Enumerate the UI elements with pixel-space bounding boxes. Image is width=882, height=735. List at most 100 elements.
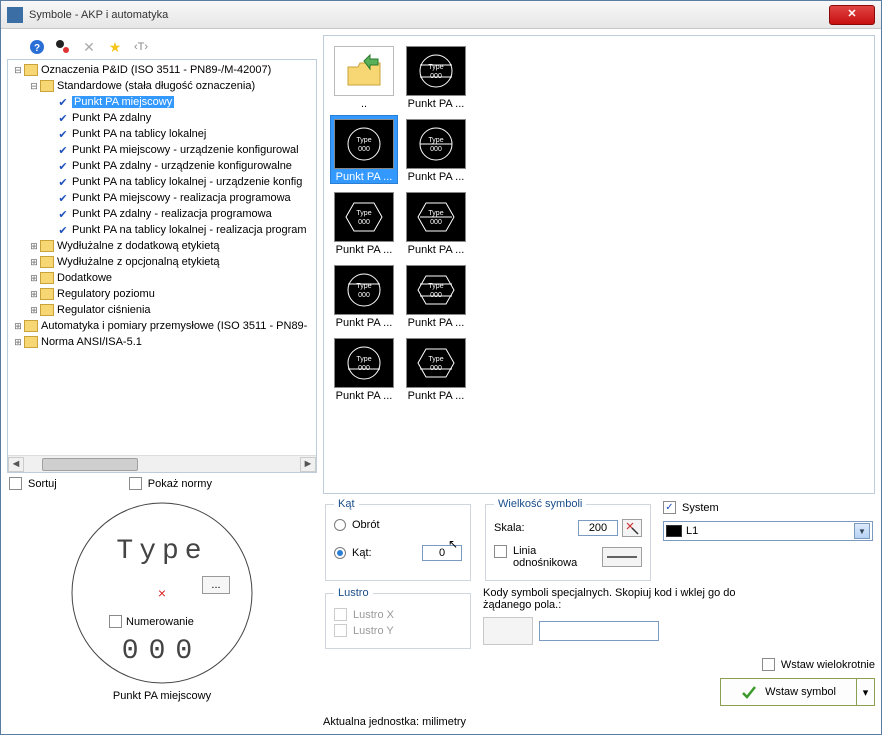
skala-input[interactable]: [578, 520, 618, 536]
kody-preview: [483, 617, 533, 645]
tree-folder[interactable]: ⊞Wydłużalne z opcjonalną etykietą: [8, 254, 316, 270]
wstaw-symbol-label: Wstaw symbol: [765, 686, 836, 698]
svg-text:Type: Type: [428, 356, 443, 363]
thumb-item[interactable]: Type 000 Punkt PA ...: [402, 188, 470, 257]
tree-folder[interactable]: ⊞Dodatkowe: [8, 270, 316, 286]
thumb-caption: Punkt PA ...: [331, 244, 397, 256]
tree-folder[interactable]: ⊞Norma ANSI/ISA-5.1: [8, 334, 316, 350]
svg-text:000: 000: [430, 146, 442, 153]
wstaw-wielokrotnie-checkbox[interactable]: [762, 658, 775, 671]
kody-field[interactable]: [539, 621, 659, 641]
thumb-item[interactable]: Type000Punkt PA ...: [402, 42, 470, 111]
thumb-up-folder[interactable]: ..: [330, 42, 398, 111]
linia-label: Linia odnośnikowa: [513, 545, 593, 569]
tree-folder[interactable]: ⊞Regulator ciśnienia: [8, 302, 316, 318]
favorite-icon[interactable]: ★: [107, 39, 123, 55]
svg-text:Type: Type: [356, 210, 371, 217]
preview-text-bottom: 000: [122, 636, 202, 667]
pokaz-normy-label: Pokaż normy: [148, 478, 212, 490]
thumb-item[interactable]: Type000Punkt PA ...: [330, 261, 398, 330]
thumb-item[interactable]: Type000Punkt PA ...: [330, 115, 398, 184]
preview-text-top: Type: [116, 536, 207, 567]
thumb-caption: Punkt PA ...: [331, 171, 397, 183]
tree-folder[interactable]: ⊞Regulatory poziomu: [8, 286, 316, 302]
kat-group: Kąt Obrót ↖ Kąt:: [325, 498, 471, 581]
kat-label: Kąt:: [352, 547, 372, 559]
skala-label: Skala:: [494, 522, 525, 534]
kat-radio[interactable]: [334, 547, 346, 559]
options-icon[interactable]: [55, 39, 71, 55]
scrollbar-thumb[interactable]: [42, 458, 138, 471]
linia-style-button[interactable]: [602, 547, 642, 567]
tree-item[interactable]: ✔Punkt PA zdalny: [8, 110, 316, 126]
kody-label: Kody symboli specjalnych. Skopiuj kod i …: [483, 587, 763, 611]
svg-text:000: 000: [430, 219, 442, 226]
sortuj-checkbox[interactable]: [9, 477, 22, 490]
app-icon: [7, 7, 23, 23]
thumb-caption: Punkt PA ...: [403, 244, 469, 256]
wstaw-symbol-dropdown[interactable]: ▾: [856, 679, 874, 705]
chevron-down-icon[interactable]: ▼: [854, 523, 870, 539]
svg-text:Type: Type: [428, 137, 443, 144]
tree-item[interactable]: ✔Punkt PA miejscowy: [8, 94, 316, 110]
symbol-preview: Type × 000 ... Numerowanie: [42, 498, 282, 688]
tree-item[interactable]: ✔Punkt PA miejscowy - urządzenie konfigu…: [8, 142, 316, 158]
tree-item[interactable]: ✔Punkt PA miejscowy - realizacja program…: [8, 190, 316, 206]
numerowanie-checkbox[interactable]: [109, 615, 122, 628]
skala-pick-button[interactable]: [622, 519, 642, 537]
kat-legend: Kąt: [334, 498, 359, 510]
preview-ellipsis-button[interactable]: ...: [202, 576, 230, 594]
svg-text:Type: Type: [428, 210, 443, 217]
system-checkbox[interactable]: [663, 501, 676, 514]
lustro-y-checkbox: [334, 624, 347, 637]
tree-item[interactable]: ✔Punkt PA na tablicy lokalnej - urządzen…: [8, 174, 316, 190]
svg-text:000: 000: [430, 73, 442, 80]
wielkosc-legend: Wielkość symboli: [494, 498, 586, 510]
svg-text:000: 000: [358, 292, 370, 299]
thumb-item[interactable]: Type 000 Punkt PA ...: [330, 188, 398, 257]
system-select[interactable]: L1 ▼: [663, 521, 873, 541]
text-icon[interactable]: ‹T›: [133, 39, 149, 55]
tree-item[interactable]: ✔Punkt PA na tablicy lokalnej - realizac…: [8, 222, 316, 238]
tree-h-scrollbar[interactable]: ◄ ►: [8, 455, 316, 472]
delete-icon[interactable]: ✕: [81, 39, 97, 55]
lustro-legend: Lustro: [334, 587, 373, 599]
lustro-y-label: Lustro Y: [353, 625, 394, 637]
tree-folder-standardowe[interactable]: ⊟Standardowe (stała długość oznaczenia): [8, 78, 316, 94]
thumb-item[interactable]: Type 000 Punkt PA ...: [402, 115, 470, 184]
thumb-item[interactable]: Type 000 Punkt PA ...: [402, 334, 470, 403]
cursor-icon: ↖: [448, 537, 458, 551]
symbol-tree[interactable]: ⊟Oznaczenia P&ID (ISO 3511 - PN89-/M-420…: [7, 59, 317, 473]
thumb-item[interactable]: Type000Punkt PA ...: [402, 261, 470, 330]
sortuj-label: Sortuj: [28, 478, 57, 490]
svg-text:000: 000: [358, 365, 370, 372]
thumb-caption: Punkt PA ...: [331, 390, 397, 402]
tree-folder[interactable]: ⊞Wydłużalne z dodatkową etykietą: [8, 238, 316, 254]
svg-text:×: ×: [158, 585, 166, 601]
svg-text:?: ?: [34, 43, 40, 54]
pokaz-normy-checkbox[interactable]: [129, 477, 142, 490]
wstaw-wielokrotnie-label: Wstaw wielokrotnie: [781, 659, 875, 671]
linia-checkbox[interactable]: [494, 545, 507, 558]
thumb-item[interactable]: Type000Punkt PA ...: [330, 334, 398, 403]
thumb-caption: Punkt PA ...: [403, 171, 469, 183]
thumb-caption: Punkt PA ...: [403, 390, 469, 402]
window-title: Symbole - AKP i automatyka: [29, 9, 829, 21]
tree-item[interactable]: ✔Punkt PA zdalny - realizacja programowa: [8, 206, 316, 222]
svg-text:Type: Type: [428, 283, 443, 290]
tree-folder-root[interactable]: ⊟Oznaczenia P&ID (ISO 3511 - PN89-/M-420…: [8, 62, 316, 78]
obrot-label: Obrót: [352, 519, 380, 531]
system-label: System: [682, 502, 719, 514]
svg-text:000: 000: [430, 365, 442, 372]
tree-folder[interactable]: ⊞Automatyka i pomiary przemysłowe (ISO 3…: [8, 318, 316, 334]
obrot-radio[interactable]: [334, 519, 346, 531]
tree-item[interactable]: ✔Punkt PA na tablicy lokalnej: [8, 126, 316, 142]
close-button[interactable]: ✕: [829, 5, 875, 25]
svg-text:000: 000: [358, 219, 370, 226]
help-icon[interactable]: ?: [29, 39, 45, 55]
thumbnail-panel[interactable]: .. Type 000 Punkt PA ... Type 000 Punkt PA ...…: [323, 35, 875, 494]
wstaw-symbol-button[interactable]: Wstaw symbol ▾: [720, 678, 875, 706]
thumb-caption: Punkt PA ...: [403, 317, 469, 329]
tree-item[interactable]: ✔Punkt PA zdalny - urządzenie konfigurow…: [8, 158, 316, 174]
lustro-x-checkbox: [334, 608, 347, 621]
